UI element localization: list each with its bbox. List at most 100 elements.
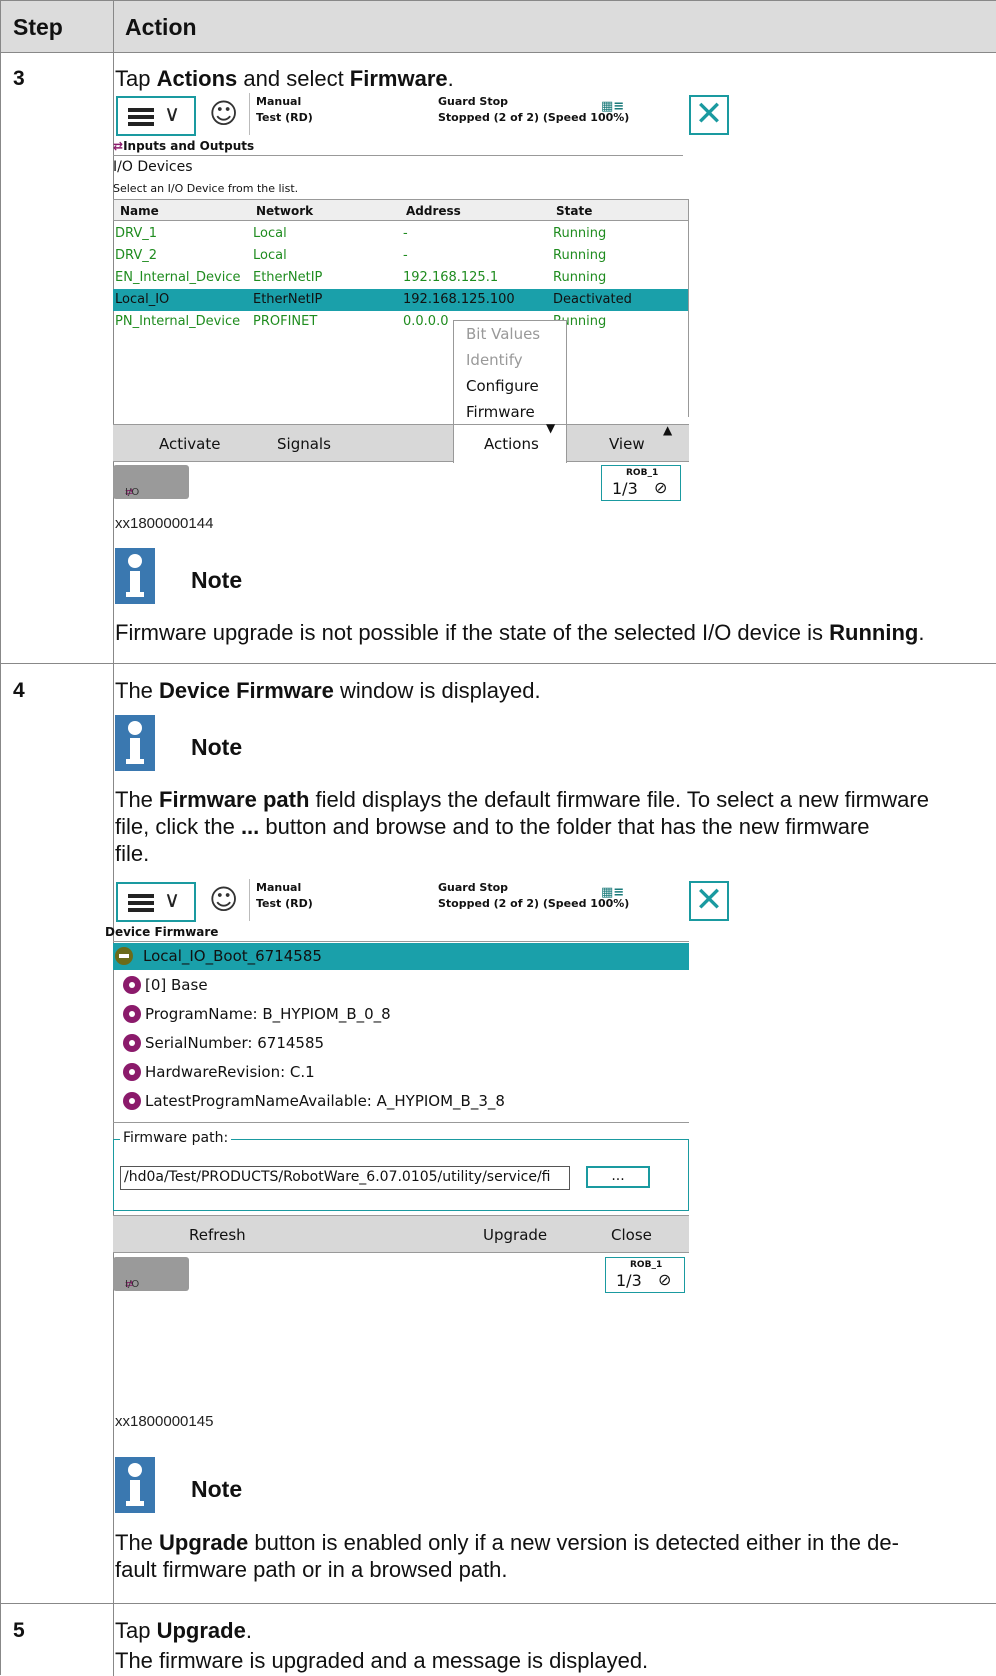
table-row-selected[interactable]: Local_IO EtherNetIP 192.168.125.100 Deac… (113, 289, 689, 311)
step-number: 5 (13, 1619, 25, 1642)
robot-selector[interactable]: ROB_1 1/3 ⊘ (605, 1257, 685, 1293)
tree-item-label: LatestProgramNameAvailable: A_HYPIOM_B_3… (145, 1092, 505, 1110)
tree-item[interactable]: ProgramName: B_HYPIOM_B_0_8 (113, 1001, 689, 1028)
upgrade-button[interactable]: Upgrade (483, 1226, 547, 1244)
tree-item[interactable]: SerialNumber: 6714585 (113, 1030, 689, 1057)
note-text: The Firmware path field displays the def… (115, 787, 929, 866)
actions-button[interactable]: Actions ▼ (453, 421, 567, 463)
tree-item[interactable]: HardwareRevision: C.1 (113, 1059, 689, 1086)
firmware-path-label: Firmware path: (120, 1130, 232, 1146)
tree-item[interactable]: [0] Base (113, 972, 689, 999)
close-icon[interactable]: ✕ (689, 881, 729, 921)
browse-button[interactable]: ... (586, 1166, 650, 1188)
mode-label: Manual (256, 881, 302, 894)
io-subheading: Select an I/O Device from the list. (113, 182, 299, 195)
col-network[interactable]: Network (256, 204, 313, 218)
cell-name: Local_IO (115, 292, 170, 307)
triangle-up-icon: ▲ (663, 423, 673, 437)
mode-label: Manual (256, 95, 302, 108)
refresh-button[interactable]: Refresh (189, 1226, 246, 1244)
note-title: Note (191, 734, 243, 760)
col-name[interactable]: Name (120, 204, 159, 218)
info-icon (115, 548, 155, 604)
cell-address: 192.168.125.1 (403, 270, 499, 285)
step-number: 3 (13, 67, 25, 90)
actions-label: Actions (484, 435, 539, 453)
operator-icon[interactable]: ☺ (209, 97, 238, 130)
info-icon (115, 715, 155, 771)
activate-button[interactable]: Activate (159, 435, 220, 453)
close-icon[interactable]: ✕ (689, 95, 729, 135)
menu-item-identify: Identify (466, 351, 523, 369)
row-divider (1, 1603, 996, 1604)
menu-item-bit-values: Bit Values (466, 325, 541, 343)
expand-icon[interactable] (123, 1063, 141, 1081)
tree-item-label: ProgramName: B_HYPIOM_B_0_8 (145, 1005, 391, 1023)
firmware-path-input[interactable]: /hd0a/Test/PRODUCTS/RobotWare_6.07.0105/… (120, 1166, 570, 1190)
cell-network: Local (253, 226, 287, 241)
cell-state: Deactivated (553, 292, 632, 307)
cell-name: DRV_1 (115, 226, 157, 241)
tree-root-label: Local_IO_Boot_6714585 (143, 947, 322, 965)
note-title: Note (191, 1476, 243, 1502)
figure-caption: xx1800000144 (115, 515, 214, 532)
operator-icon[interactable]: ☺ (209, 883, 238, 916)
mode-sub-label: Test (RD) (256, 111, 313, 124)
table-row[interactable]: PN_Internal_Device PROFINET 0.0.0.0 Runn… (113, 311, 733, 333)
expand-icon[interactable] (123, 1092, 141, 1110)
collapse-icon[interactable] (115, 947, 133, 965)
view-button[interactable]: View (609, 435, 645, 453)
jog-icon: ⊘ (654, 478, 668, 497)
bottom-toolbar: Activate Signals Actions ▼ View ▲ (113, 421, 689, 463)
expand-icon[interactable] (123, 1005, 141, 1023)
quickset-icon[interactable]: ▦≡ (601, 885, 624, 900)
quickset-icon[interactable]: ▦≡ (601, 99, 624, 114)
menu-item-configure[interactable]: Configure (466, 377, 539, 395)
table-border (688, 199, 689, 417)
main-menu-button[interactable]: ∨ (116, 882, 196, 922)
figure-caption: xx1800000145 (115, 1413, 214, 1430)
tree-item[interactable]: LatestProgramNameAvailable: A_HYPIOM_B_3… (113, 1088, 689, 1115)
procedure-table: Step Action 3 Tap Actions and select Fir… (0, 0, 996, 1676)
expand-icon[interactable] (123, 1034, 141, 1052)
device-table-header: Name Network Address State (113, 199, 689, 221)
cell-address: - (403, 226, 408, 241)
col-address[interactable]: Address (406, 204, 461, 218)
note-text: The Upgrade button is enabled only if a … (115, 1530, 899, 1582)
table-header: Step Action (1, 1, 996, 53)
chevron-down-icon: ∨ (164, 888, 181, 913)
status-bar: Manual Test (RD) Guard Stop Stopped (2 o… (249, 93, 649, 135)
cell-network: EtherNetIP (253, 270, 323, 285)
close-button[interactable]: Close (611, 1226, 652, 1244)
cell-state: Running (553, 226, 607, 241)
menu-item-firmware[interactable]: Firmware (466, 403, 535, 421)
status-bar: Manual Test (RD) Guard Stop Stopped (2 o… (249, 879, 649, 921)
table-row[interactable]: DRV_2 Local - Running (113, 245, 733, 267)
expand-icon[interactable] (123, 976, 141, 994)
cell-network: EtherNetIP (253, 292, 323, 307)
table-row[interactable]: DRV_1 Local - Running (113, 223, 733, 245)
divider (113, 941, 689, 942)
tree-root-item[interactable]: Local_IO_Boot_6714585 (113, 943, 689, 970)
rob-label: ROB_1 (626, 468, 659, 478)
rob-fraction: 1/3 (612, 479, 638, 498)
note-text: Firmware upgrade is not possible if the … (115, 620, 925, 645)
panel-title: ⇄Inputs and Outputs (113, 139, 255, 153)
main-menu-button[interactable]: ∨ (116, 96, 196, 136)
step5-result: The firmware is upgraded and a message i… (115, 1648, 649, 1673)
col-state[interactable]: State (556, 204, 592, 218)
io-icon: ⇄ (113, 139, 124, 153)
io-taskbar-button[interactable]: ⇄ I/O (113, 1257, 189, 1291)
io-taskbar-button[interactable]: ⇄ I/O (113, 465, 189, 499)
robot-selector[interactable]: ROB_1 1/3 ⊘ (601, 465, 681, 501)
firmware-path-group: Firmware path: /hd0a/Test/PRODUCTS/Robot… (113, 1130, 689, 1211)
bottom-toolbar: Refresh Upgrade Close (113, 1215, 689, 1253)
jog-icon: ⊘ (658, 1270, 672, 1289)
state-label: Guard Stop (438, 881, 509, 894)
cell-state: Running (553, 270, 607, 285)
table-row[interactable]: EN_Internal_Device EtherNetIP 192.168.12… (113, 267, 733, 289)
cell-address: - (403, 248, 408, 263)
signals-button[interactable]: Signals (277, 435, 331, 453)
device-firmware-screenshot: ∨ ☺ Manual Test (RD) Guard Stop Stopped … (105, 879, 733, 1304)
mode-sub-label: Test (RD) (256, 897, 313, 910)
